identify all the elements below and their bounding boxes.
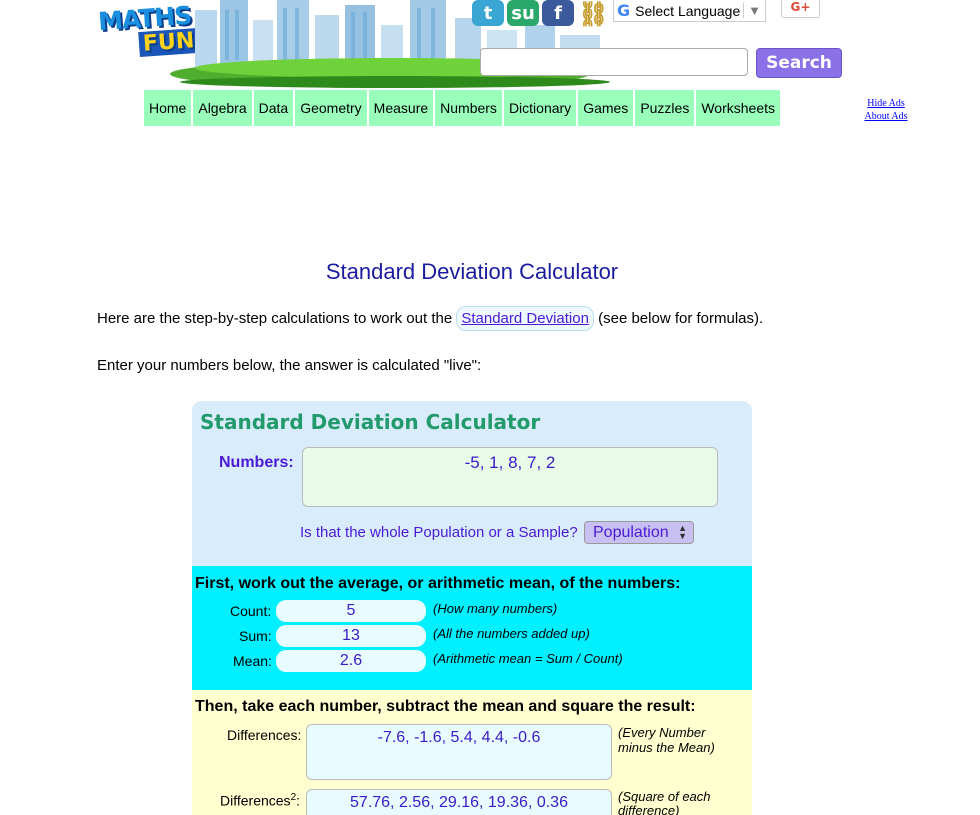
nav-item-measure[interactable]: Measure <box>368 90 434 126</box>
search-button[interactable]: Search <box>756 48 842 78</box>
numbers-textarea[interactable]: -5, 1, 8, 7, 2 <box>302 447 718 507</box>
mean-section: First, work out the average, or arithmet… <box>192 566 752 690</box>
sum-label: Sum: <box>239 628 272 644</box>
nav-item-algebra[interactable]: Algebra <box>193 90 252 126</box>
differences-output[interactable]: -7.6, -1.6, 5.4, 4.4, -0.6 <box>306 724 612 780</box>
nav-item-geometry[interactable]: Geometry <box>295 90 367 126</box>
search-input[interactable] <box>480 48 748 76</box>
page-title: Standard Deviation Calculator <box>325 259 619 284</box>
count-output: 5 <box>276 600 426 622</box>
population-select-value: Population <box>593 524 669 541</box>
nav-item-worksheets[interactable]: Worksheets <box>696 90 781 126</box>
twitter-icon[interactable]: t <box>472 0 504 26</box>
select-arrows-icon: ▲ ▼ <box>678 523 687 541</box>
numbers-label: Numbers: <box>219 454 294 471</box>
nav-item-numbers[interactable]: Numbers <box>435 90 502 126</box>
about-ads-link[interactable]: About Ads <box>852 110 920 123</box>
nav-item-puzzles[interactable]: Puzzles <box>635 90 695 126</box>
differences-squared-output[interactable]: 57.76, 2.56, 29.16, 19.36, 0.36 <box>306 789 612 815</box>
link-icon[interactable]: ⛓ <box>578 0 610 28</box>
population-select[interactable]: Population ▲ ▼ <box>584 521 694 544</box>
differences-squared-note-line1: (Square of each <box>618 789 711 804</box>
google-plus-button[interactable]: G+ <box>781 0 820 18</box>
differences-squared-note: (Square of each difference) <box>618 790 711 815</box>
mean-note: (Arithmetic mean = Sum / Count) <box>433 651 623 666</box>
differences-squared-colon: : <box>296 792 301 809</box>
chevron-down-icon: ▼ <box>743 3 765 18</box>
differences-squared-label: Differences2: <box>220 792 300 809</box>
differences-squared-note-line2: difference) <box>618 803 680 815</box>
calculator-title: Standard Deviation Calculator <box>200 410 541 434</box>
nav-item-games[interactable]: Games <box>578 90 634 126</box>
differences-label: Differences: <box>227 727 302 743</box>
language-selector[interactable]: G Select Language ▼ <box>613 0 766 22</box>
differences-squared-label-text: Differences <box>220 792 291 809</box>
standard-deviation-link[interactable]: Standard Deviation <box>456 306 594 331</box>
mean-label: Mean: <box>233 653 272 669</box>
differences-step-heading: Then, take each number, subtract the mea… <box>195 698 696 715</box>
count-label: Count: <box>230 603 272 619</box>
sum-note: (All the numbers added up) <box>433 626 590 641</box>
mean-step-heading: First, work out the average, or arithmet… <box>195 575 681 592</box>
count-note: (How many numbers) <box>433 601 558 616</box>
intro-text-before: Here are the step-by-step calculations t… <box>97 310 457 327</box>
facebook-icon[interactable]: f <box>542 0 574 26</box>
intro-text-after: (see below for formulas). <box>593 310 764 327</box>
population-question: Is that the whole Population or a Sample… <box>300 524 578 541</box>
nav-item-data[interactable]: Data <box>253 90 294 126</box>
language-label: Select Language <box>635 2 741 19</box>
input-section: Standard Deviation Calculator Numbers: -… <box>192 401 752 566</box>
ads-links: Hide Ads About Ads <box>852 97 920 123</box>
intro-text: Here are the step-by-step calculations t… <box>97 306 764 331</box>
differences-note: (Every Number minus the Mean) <box>618 725 715 755</box>
stumbleupon-icon[interactable]: su <box>507 0 539 26</box>
sum-output: 13 <box>276 625 426 647</box>
differences-note-line2: minus the Mean) <box>618 740 715 755</box>
sd-calculator: Standard Deviation Calculator Numbers: -… <box>192 401 752 815</box>
mean-output: 2.6 <box>276 650 426 672</box>
nav-item-home[interactable]: Home <box>144 90 192 126</box>
nav-item-dictionary[interactable]: Dictionary <box>503 90 577 126</box>
main-nav: Home Algebra Data Geometry Measure Numbe… <box>144 90 782 126</box>
hide-ads-link[interactable]: Hide Ads <box>852 97 920 110</box>
google-icon: G <box>617 1 631 20</box>
differences-section: Then, take each number, subtract the mea… <box>192 690 752 815</box>
differences-note-line1: (Every Number <box>618 725 706 740</box>
enter-numbers-text: Enter your numbers below, the answer is … <box>97 357 482 374</box>
